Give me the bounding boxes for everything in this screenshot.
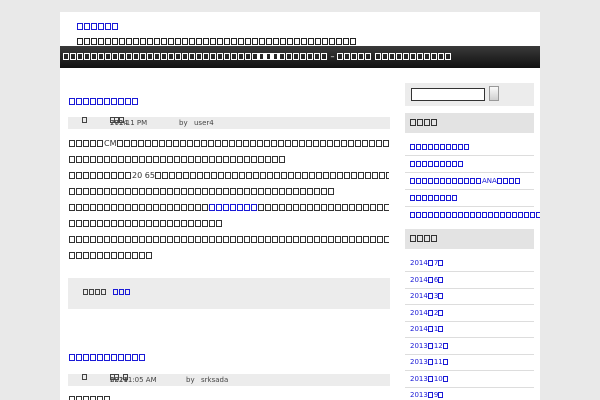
archive-link[interactable]: 2014 6	[410, 275, 444, 285]
post-paragraph	[69, 232, 389, 264]
post-author[interactable]: user4	[194, 117, 214, 129]
post-paragraph: 20 65	[69, 168, 389, 200]
archive-link[interactable]: 2013 12	[410, 341, 449, 351]
post-paragraph	[69, 392, 389, 400]
post-meta: 2014 7 7 2:11 PM by user4	[68, 117, 390, 129]
recent-post-link[interactable]	[410, 193, 458, 203]
search-widget	[405, 83, 534, 106]
recent-post-link[interactable]	[410, 210, 540, 220]
post-author[interactable]: srksada	[201, 374, 228, 386]
post-footer	[68, 278, 390, 309]
post-paragraph	[69, 200, 389, 232]
post-by: by	[179, 119, 188, 127]
recent-post-link[interactable]	[410, 159, 464, 169]
inline-link[interactable]	[209, 203, 258, 212]
nav-item-3[interactable]: –	[258, 50, 452, 63]
archive-link[interactable]: 2014 3	[410, 291, 444, 301]
post-tag-link[interactable]	[113, 288, 131, 296]
recent-posts-heading	[405, 113, 534, 133]
page: – 2014 7 7 2:11 PM by user4 CM 20 65 2014 6…	[60, 12, 540, 400]
post-date: 2014 7 7 2:11 PM	[110, 117, 148, 127]
post-tags-label	[83, 288, 107, 296]
post-title[interactable]	[69, 349, 146, 363]
search-input[interactable]	[411, 88, 485, 101]
main-nav: –	[60, 46, 540, 68]
post-date: 2014 6 22 11:05 AM	[110, 374, 157, 384]
archive-link[interactable]: 2014 1	[410, 324, 444, 334]
archive-link[interactable]: 2013 9	[410, 390, 444, 400]
post-title[interactable]	[69, 93, 139, 107]
archives-heading	[405, 229, 534, 249]
post-meta: 2014 6 22 11:05 AM by srksada	[68, 374, 390, 386]
archive-link[interactable]: 2014 7	[410, 258, 444, 268]
search-button[interactable]	[489, 86, 499, 101]
post-paragraph: CM	[69, 136, 389, 168]
archive-link[interactable]: 2014 2	[410, 308, 444, 318]
archive-link[interactable]: 2013 10	[410, 374, 449, 384]
post-by: by	[186, 376, 195, 384]
archive-link[interactable]: 2013 11	[410, 357, 449, 367]
recent-post-link[interactable]: ANA	[410, 176, 521, 186]
site-title[interactable]	[77, 14, 119, 34]
recent-post-link[interactable]	[410, 142, 470, 152]
